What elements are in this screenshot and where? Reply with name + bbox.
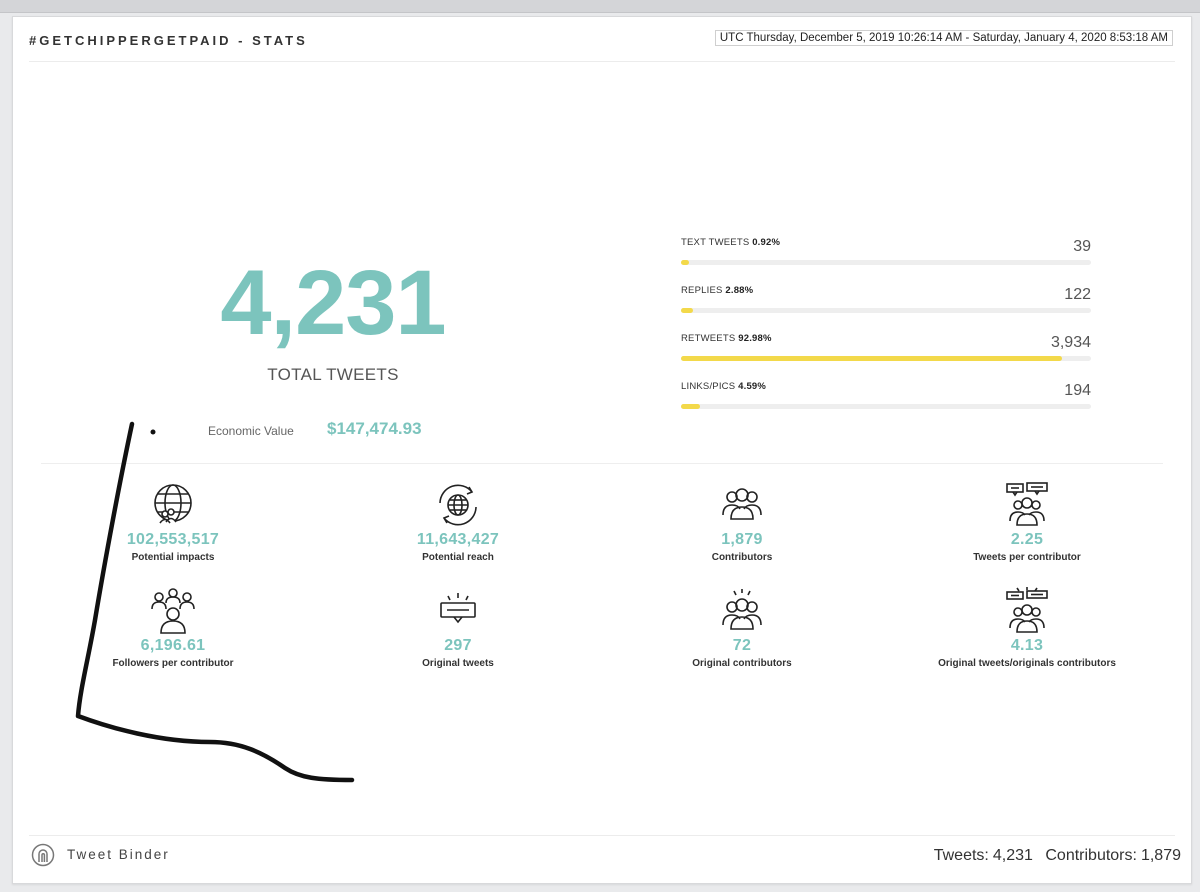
stat-value: 102,553,517 — [126, 531, 220, 548]
economic-value-label: Economic Value — [208, 424, 294, 438]
group-chat-icon — [1006, 482, 1048, 526]
stat-label: Original tweets — [422, 658, 494, 669]
stat-value: 6,196.61 — [140, 637, 206, 654]
brand-name[interactable]: Tweet Binder — [67, 847, 170, 862]
stat-original-tweets: 297 Original tweets — [358, 587, 558, 669]
breakdown-bar-track — [681, 356, 1091, 361]
stat-value: 4.13 — [1010, 637, 1044, 654]
breakdown-row-links-pics: LINKS/PICS 4.59% 194 — [681, 381, 1091, 429]
breakdown-count: 3,934 — [1050, 334, 1091, 351]
tweet-bubble-icon — [440, 593, 476, 624]
breakdown-label: RETWEETS 92.98% — [681, 333, 772, 344]
breakdown-percent: 4.59% — [738, 381, 767, 392]
globe-refresh-icon — [439, 484, 477, 526]
breakdown-bar-fill — [681, 308, 693, 313]
breakdown-label: TEXT TWEETS 0.92% — [681, 237, 781, 248]
footer-tweets-label: Tweets: — [933, 847, 989, 864]
breakdown-percent: 2.88% — [725, 285, 754, 296]
footer-tweets-value: 4,231 — [992, 847, 1033, 864]
stat-label: Tweets per contributor — [973, 552, 1081, 563]
breakdown-percent: 0.92% — [752, 237, 781, 248]
breakdown-bar-fill — [681, 260, 690, 265]
group-icon — [722, 488, 762, 520]
economic-value: $147,474.93 — [327, 419, 422, 438]
stat-value: 11,643,427 — [416, 531, 500, 548]
footer-contributors-label: Contributors: — [1045, 847, 1137, 864]
breakdown-count: 122 — [1064, 286, 1091, 303]
stat-potential-impacts: 102,553,517 Potential impacts — [73, 481, 273, 563]
stats-card: #GETCHIPPERGETPAID - STATS UTC Thursday,… — [12, 16, 1192, 884]
group-spark-icon — [722, 589, 762, 630]
stat-label: Original contributors — [692, 658, 792, 669]
browser-top-strip — [0, 0, 1200, 13]
tweet-binder-logo-icon — [31, 843, 55, 867]
breakdown-bar-fill — [681, 356, 1063, 361]
total-tweets-label: TOTAL TWEETS — [267, 365, 399, 384]
stat-label: Potential impacts — [131, 552, 215, 563]
breakdown-bar-track — [681, 260, 1091, 265]
page-title: #GETCHIPPERGETPAID - STATS — [29, 33, 308, 48]
breakdown-count: 194 — [1064, 382, 1091, 399]
footer-divider — [29, 835, 1175, 836]
header-divider — [29, 61, 1175, 62]
stat-label: Original tweets/originals contributors — [938, 658, 1116, 669]
breakdown-label: LINKS/PICS 4.59% — [681, 381, 767, 392]
breakdown-row-retweets: RETWEETS 92.98% 3,934 — [681, 333, 1091, 381]
stat-label: Potential reach — [422, 552, 494, 563]
stat-value: 297 — [444, 637, 472, 654]
globe-people-icon — [154, 484, 192, 524]
footer-contributors-value: 1,879 — [1140, 847, 1181, 864]
breakdown-percent: 92.98% — [738, 333, 772, 344]
breakdown-row-replies: REPLIES 2.88% 122 — [681, 285, 1091, 333]
stat-value: 72 — [732, 637, 752, 654]
stat-contributors: 1,879 Contributors — [642, 481, 842, 563]
breakdown-count: 39 — [1073, 238, 1091, 255]
section-divider — [41, 463, 1163, 464]
date-range-badge: UTC Thursday, December 5, 2019 10:26:14 … — [714, 30, 1173, 46]
stat-label: Followers per contributor — [112, 658, 234, 669]
stat-value: 2.25 — [1010, 531, 1044, 548]
group-chat-spark-icon — [1006, 587, 1048, 633]
stat-followers-per-contributor: 6,196.61 Followers per contributor — [73, 587, 273, 669]
followers-icon — [151, 588, 195, 634]
total-tweets-number: 4,231 — [220, 252, 446, 354]
breakdown-label: REPLIES 2.88% — [681, 285, 754, 296]
stat-tweets-per-contributor: 2.25 Tweets per contributor — [927, 481, 1127, 563]
stat-original-contributors: 72 Original contributors — [642, 587, 842, 669]
breakdown-bar-track — [681, 404, 1091, 409]
stat-original-tweets-per-original-contributor: 4.13 Original tweets/originals contribut… — [927, 587, 1127, 669]
stat-label: Contributors — [711, 552, 773, 563]
stat-potential-reach: 11,643,427 Potential reach — [358, 481, 558, 563]
breakdown-row-text-tweets: TEXT TWEETS 0.92% 39 — [681, 237, 1091, 285]
breakdown-bar-track — [681, 308, 1091, 313]
tweet-type-breakdown: TEXT TWEETS 0.92% 39 REPLIES 2.88% 122 R… — [681, 237, 1091, 429]
footer-summary: Tweets: 4,231 Contributors: 1,879 — [930, 847, 1181, 865]
stat-value: 1,879 — [721, 531, 763, 548]
breakdown-bar-fill — [681, 404, 700, 409]
